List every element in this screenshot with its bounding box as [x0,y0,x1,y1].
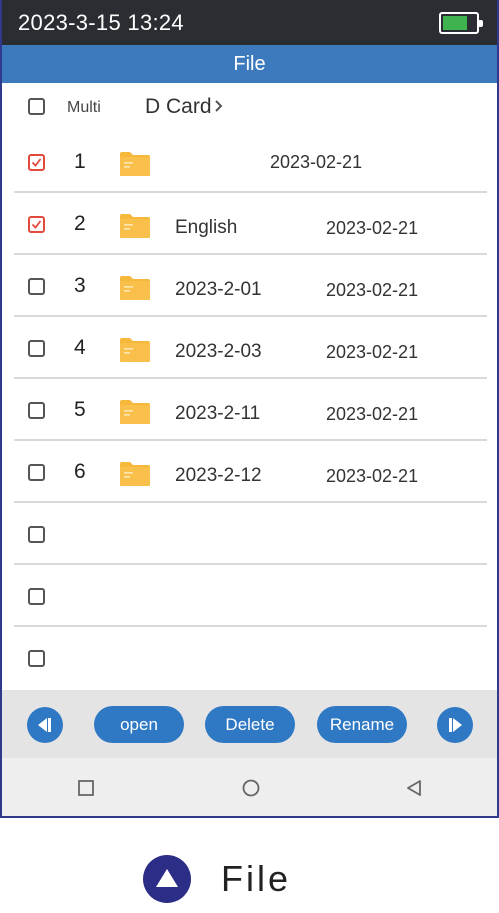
battery-level [443,16,467,30]
row-number: 2 [74,212,86,235]
square-icon[interactable] [78,780,94,796]
row-number: 5 [74,398,86,421]
action-toolbar: open Delete Rename [2,690,497,758]
list-item[interactable]: 4 2023-2-03 2023-02-21 [2,317,497,379]
row-date: 2023-02-21 [326,280,419,300]
row-date: 2023-02-21 [326,404,419,424]
row-number: 1 [74,150,86,173]
device-screen: 2023-3-15 13:24 File Multi D Card 1 2023-… [0,0,499,818]
battery-icon [439,12,483,34]
row-filename: English [175,217,238,238]
next-page-icon [449,718,462,732]
list-item[interactable]: 3 2023-2-01 2023-02-21 [2,255,497,317]
list-item[interactable] [2,627,497,689]
list-item[interactable]: 5 2023-2-11 2023-02-21 [2,379,497,441]
chevron-right-icon [215,100,223,112]
row-checkbox[interactable] [28,278,45,295]
status-bar: 2023-3-15 13:24 [2,0,497,45]
list-header: Multi D Card [2,83,497,129]
row-number: 6 [74,460,86,483]
select-all-checkbox[interactable] [28,98,45,115]
folder-icon [120,461,150,487]
row-checkbox[interactable] [28,650,45,667]
row-filename: 2023-2-03 [175,341,262,362]
row-checkbox[interactable] [28,464,45,481]
caption-text: File [221,858,292,899]
system-navigation-bar [2,758,497,816]
checkmark-icon [31,220,42,229]
circle-icon[interactable] [242,779,260,797]
row-date: 2023-02-21 [326,218,419,238]
row-filename: 2023-2-11 [175,403,261,424]
list-item[interactable]: 2 English 2023-02-21 [2,193,497,255]
row-date: 2023-02-21 [326,342,419,362]
breadcrumb[interactable]: D Card [145,95,212,119]
row-number: 3 [74,274,86,297]
list-item[interactable] [2,503,497,565]
folder-icon [120,213,150,239]
folder-icon [120,151,150,177]
page-title: File [2,45,497,83]
previous-page-icon [38,718,51,732]
list-item[interactable]: 1 2023-02-21 [2,131,497,193]
previous-page-button[interactable] [27,707,63,743]
checkmark-icon [31,158,42,167]
row-filename: 2023-2-01 [175,279,262,300]
row-checkbox[interactable] [28,154,45,171]
multi-label: Multi [67,99,101,116]
status-time: 2023-3-15 13:24 [18,10,184,35]
row-checkbox[interactable] [28,526,45,543]
delete-button[interactable]: Delete [205,706,295,743]
row-checkbox[interactable] [28,340,45,357]
folder-icon [120,337,150,363]
rename-button[interactable]: Rename [317,706,407,743]
row-filename: 2023-2-12 [175,465,262,486]
row-number: 4 [74,336,86,359]
triangle-up-icon [143,855,191,903]
row-date: 2023-02-21 [326,466,419,486]
open-button[interactable]: open [94,706,184,743]
row-checkbox[interactable] [28,588,45,605]
list-item[interactable] [2,565,497,627]
folder-icon [120,275,150,301]
row-date: 2023-02-21 [270,152,363,172]
row-checkbox[interactable] [28,402,45,419]
row-checkbox[interactable] [28,216,45,233]
next-page-button[interactable] [437,707,473,743]
triangle-back-icon[interactable] [406,779,422,797]
folder-icon [120,399,150,425]
list-item[interactable]: 6 2023-2-12 2023-02-21 [2,441,497,503]
